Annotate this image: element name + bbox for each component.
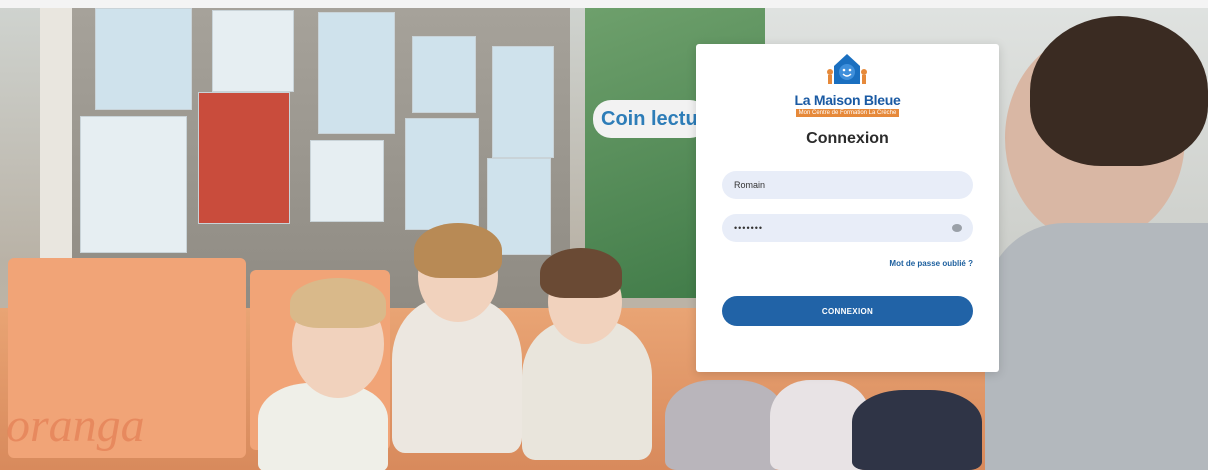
poster — [318, 12, 395, 134]
reading-corner-sign: Coin lectu — [593, 100, 708, 138]
poster — [212, 10, 294, 92]
poster — [492, 46, 554, 158]
background-photo: Coin lectu oranga — [0, 8, 1208, 470]
poster — [405, 118, 479, 230]
page-title: Connexion — [806, 130, 889, 147]
poster — [412, 36, 476, 113]
brand-name: La Maison Bleue — [794, 92, 901, 108]
child-hair — [540, 248, 622, 298]
child-body — [665, 380, 785, 470]
child-hair — [290, 278, 386, 328]
forgot-password-link[interactable]: Mot de passe oublié ? — [889, 259, 973, 268]
show-password-eye-icon[interactable] — [952, 224, 962, 232]
top-strip — [0, 0, 1208, 8]
poster — [80, 116, 187, 253]
password-input[interactable] — [722, 214, 973, 242]
child-body — [852, 390, 982, 470]
login-card: La Maison Bleue Mon Centre de Formation … — [696, 44, 999, 372]
poster — [310, 140, 384, 222]
window-frame — [40, 8, 72, 298]
poster — [198, 92, 290, 224]
house-logo-icon — [827, 54, 867, 84]
brand-logo: La Maison Bleue Mon Centre de Formation … — [696, 52, 999, 122]
brand-tagline: Mon Centre de Formation La Crèche — [696, 109, 999, 117]
child-body — [258, 383, 388, 470]
username-input[interactable] — [722, 171, 973, 199]
brand-tagline-text: Mon Centre de Formation La Crèche — [795, 109, 900, 117]
child-hair — [414, 223, 502, 278]
poster — [95, 8, 192, 110]
adult-hair — [1030, 16, 1208, 166]
cushion-lettering: oranga — [6, 399, 145, 452]
login-button[interactable]: CONNEXION — [722, 296, 973, 326]
adult-body — [985, 223, 1208, 470]
